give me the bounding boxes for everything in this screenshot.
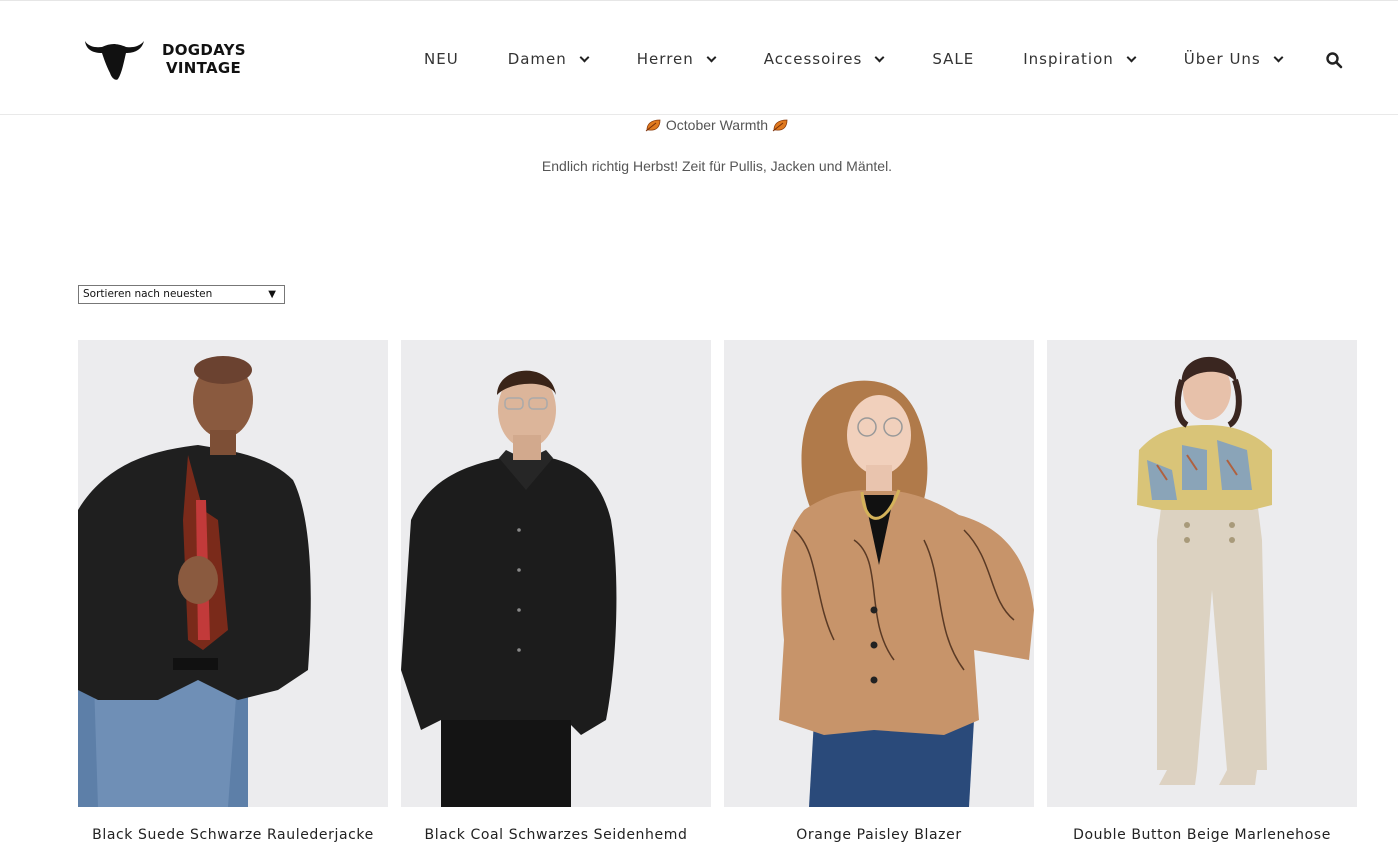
nav-item-inspiration[interactable]: Inspiration (1007, 45, 1137, 73)
product-image[interactable] (724, 340, 1034, 807)
nav-item-sale[interactable]: SALE (916, 45, 974, 73)
brand-line-1: DOGDAYS (162, 41, 246, 59)
nav-item-ueber-uns[interactable]: Über Uns (1168, 45, 1284, 73)
autumn-leaf-icon (772, 119, 788, 132)
nav-item-label: NEU (424, 50, 459, 68)
dropdown-arrow-icon: ▼ (268, 289, 276, 300)
product-card: Black Coal Schwarzes Seidenhemd (401, 340, 711, 843)
autumn-leaf-icon (645, 119, 661, 132)
product-image[interactable] (1047, 340, 1357, 807)
product-title[interactable]: Double Button Beige Marlenehose (1047, 827, 1357, 843)
product-card: Black Suede Schwarze Raulederjacke (78, 340, 388, 843)
chevron-down-icon (579, 52, 590, 62)
brand-line-2: VINTAGE (166, 59, 242, 77)
nav-item-label: Herren (636, 50, 694, 68)
banner-title: October Warmth (0, 117, 1398, 133)
bull-head-logo-icon (85, 41, 144, 80)
chevron-down-icon (1273, 52, 1284, 62)
product-card: Orange Paisley Blazer (724, 340, 1034, 843)
brand-logo[interactable]: DOGDAYS VINTAGE (82, 35, 246, 83)
nav-item-label: Accessoires (763, 50, 863, 68)
sort-select[interactable]: Sortieren nach neuesten ▼ (78, 285, 285, 304)
product-title[interactable]: Orange Paisley Blazer (724, 827, 1034, 843)
brand-wordmark: DOGDAYS VINTAGE (162, 41, 246, 77)
banner-subtitle: Endlich richtig Herbst! Zeit für Pullis,… (541, 158, 893, 174)
nav-item-herren[interactable]: Herren (621, 45, 717, 73)
search-icon[interactable] (1325, 51, 1343, 69)
nav-item-label: Damen (507, 50, 567, 68)
nav-item-label: Über Uns (1183, 50, 1261, 68)
nav-item-label: Inspiration (1023, 50, 1114, 68)
sort-select-value: Sortieren nach neuesten (83, 288, 213, 300)
main-nav: NEU Damen Herren Accessoires SALE Inspir… (408, 45, 1315, 73)
banner-title-text: October Warmth (665, 117, 769, 133)
chevron-down-icon (1126, 52, 1137, 62)
nav-item-label: SALE (932, 50, 975, 68)
nav-item-damen[interactable]: Damen (492, 45, 590, 73)
product-image[interactable] (78, 340, 388, 807)
product-card: Double Button Beige Marlenehose (1047, 340, 1357, 843)
product-title[interactable]: Black Suede Schwarze Raulederjacke (78, 827, 388, 843)
product-title[interactable]: Black Coal Schwarzes Seidenhemd (401, 827, 711, 843)
product-image[interactable] (401, 340, 711, 807)
chevron-down-icon (874, 52, 885, 62)
site-header: DOGDAYS VINTAGE NEU Damen Herren Accesso… (0, 1, 1398, 115)
nav-item-accessoires[interactable]: Accessoires (748, 45, 885, 73)
nav-item-neu[interactable]: NEU (408, 45, 459, 73)
chevron-down-icon (706, 52, 717, 62)
